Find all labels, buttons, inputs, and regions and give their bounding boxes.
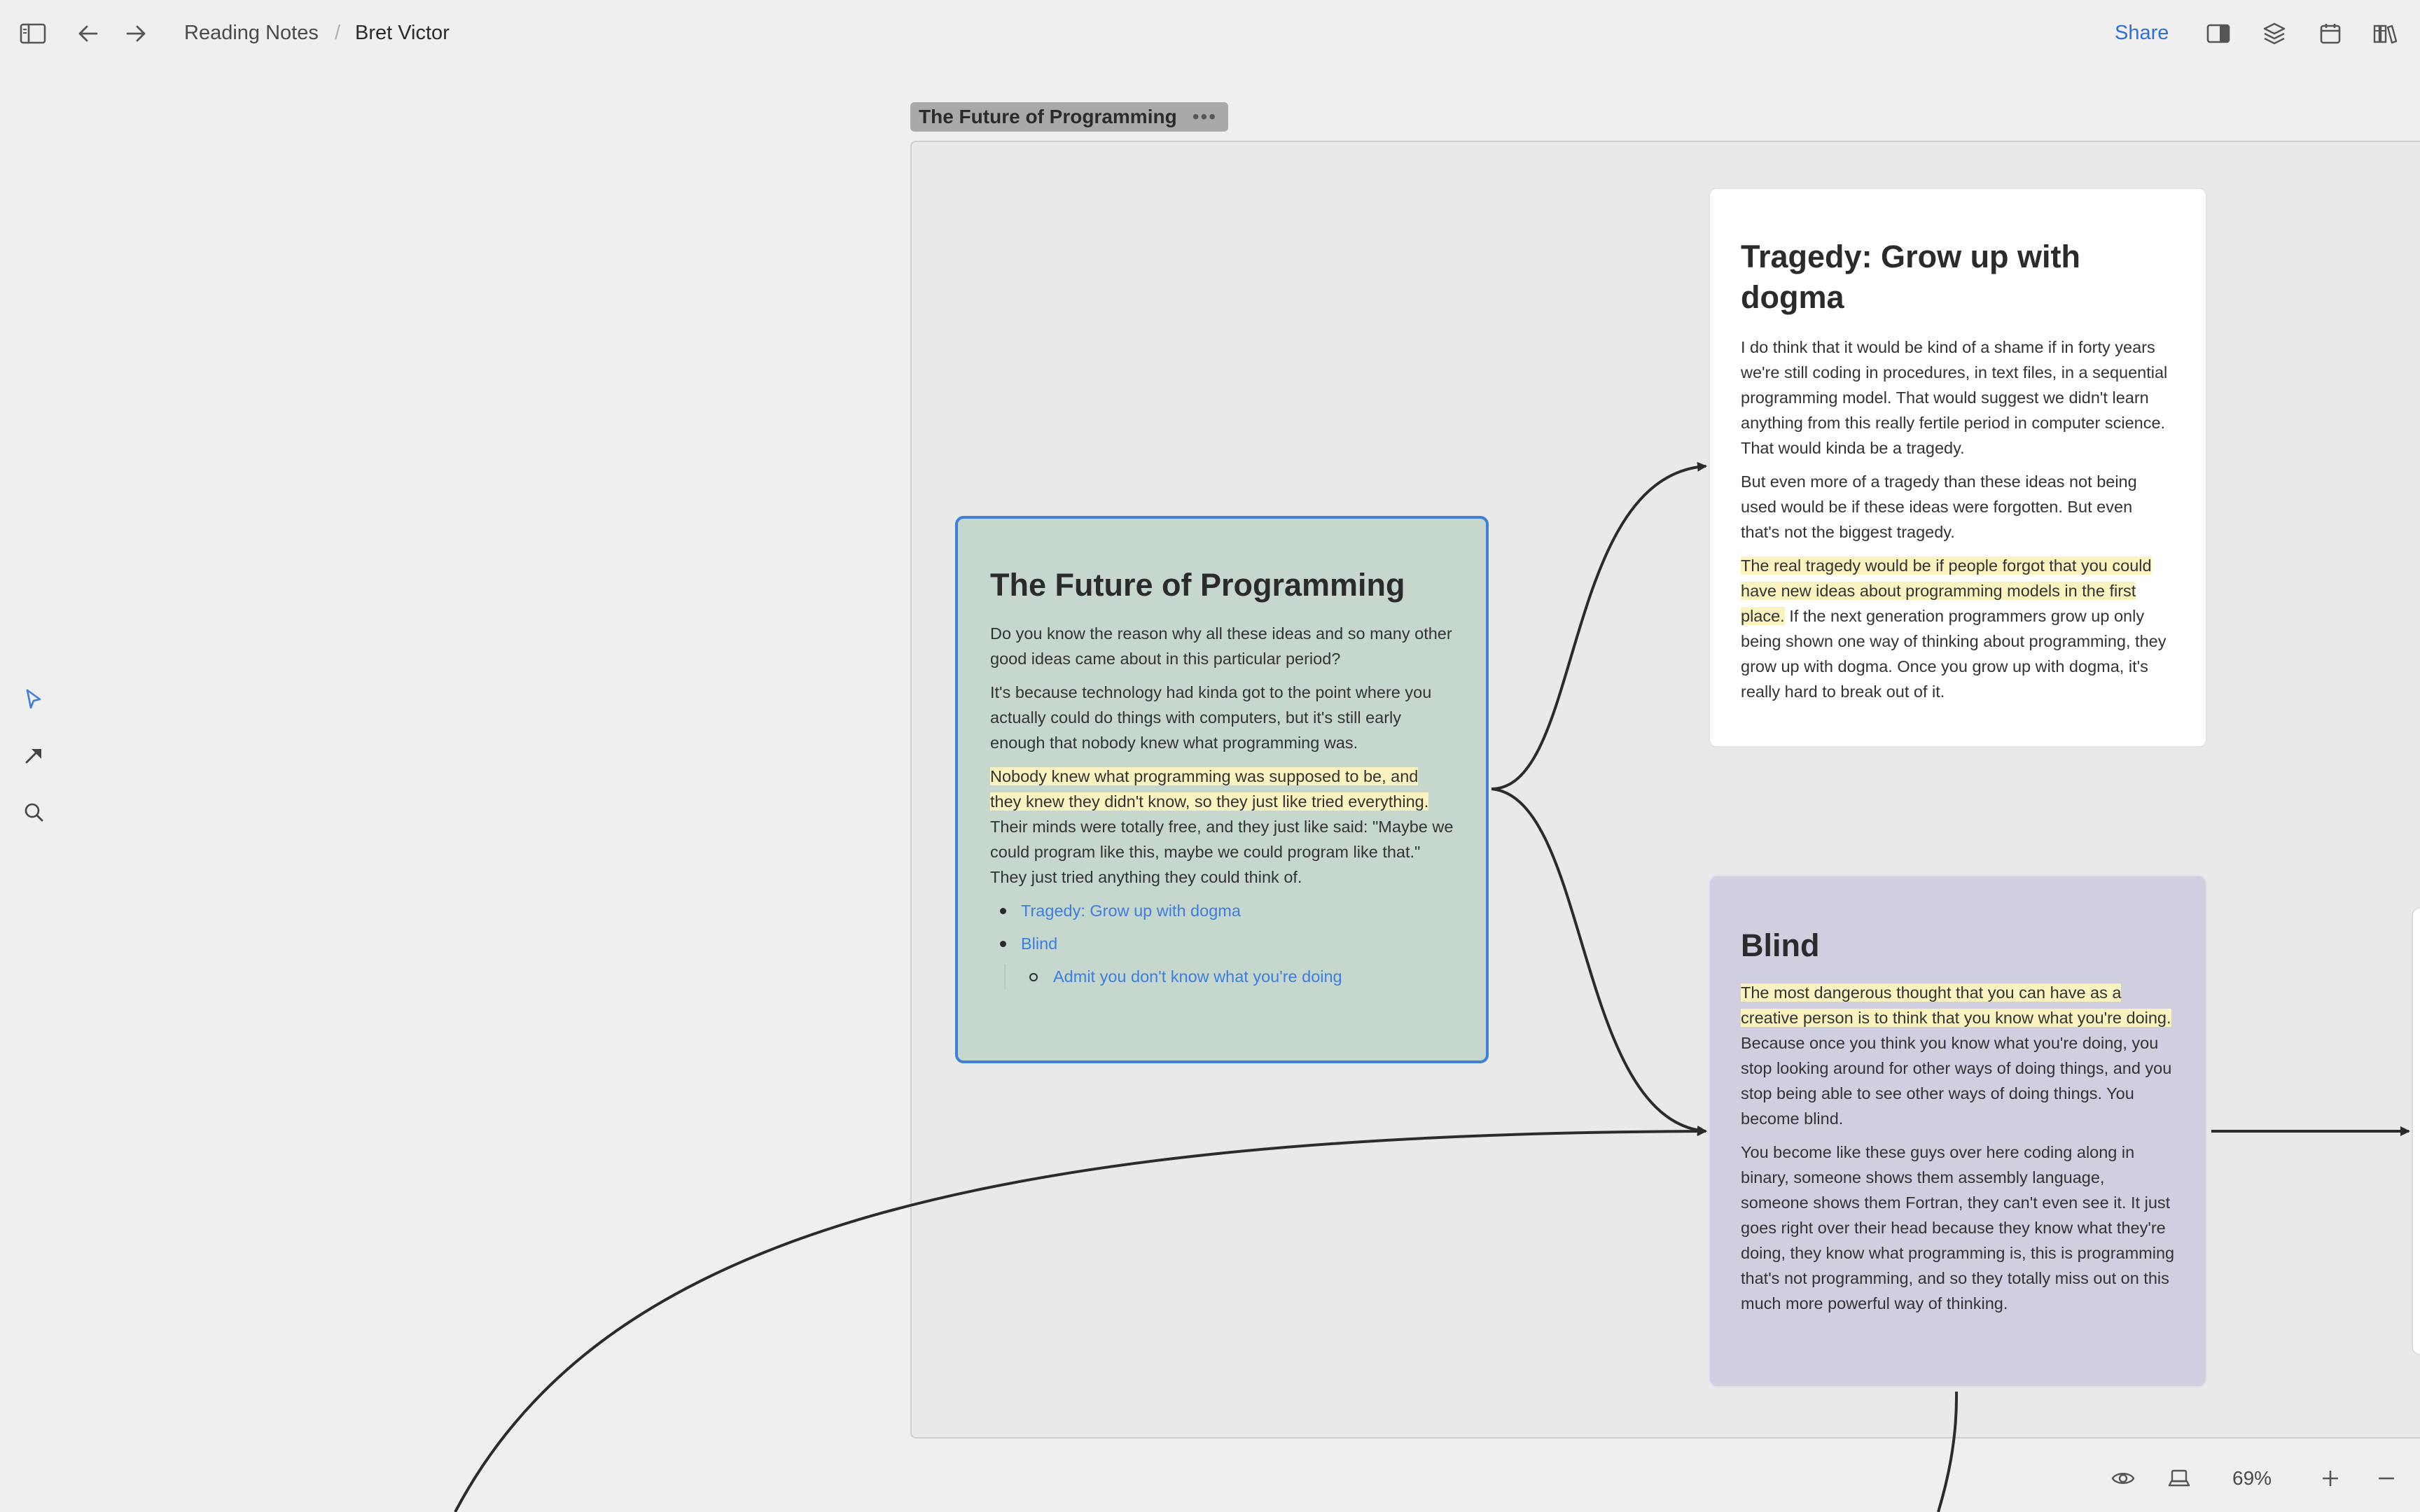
laptop-icon[interactable]: [2165, 1464, 2193, 1492]
paragraph-text: Their minds were totally free, and they …: [990, 818, 1454, 886]
list-item: Admit you don't know what you're doing: [1004, 964, 1454, 989]
card-tragedy[interactable]: Tragedy: Grow up with dogma I do think t…: [1709, 188, 2207, 748]
paragraph-text: If the next generation programmers grow …: [1741, 607, 2167, 701]
highlighted-text: Nobody knew what programming was suppose…: [990, 767, 1429, 811]
card-blind[interactable]: Blind The most dangerous thought that yo…: [1709, 875, 2207, 1387]
card-paragraph: The real tragedy would be if people forg…: [1741, 553, 2175, 704]
paragraph-text: Because once you think you know what you…: [1741, 1034, 2172, 1128]
card-paragraph: Nobody knew what programming was suppose…: [990, 764, 1454, 890]
eye-icon[interactable]: [2109, 1464, 2137, 1492]
card-paragraph: But even more of a tragedy than these id…: [1741, 472, 2137, 541]
link-admit[interactable]: Admit you don't know what you're doing: [1053, 967, 1342, 986]
highlighted-text: The most dangerous thought that you can …: [1741, 983, 2171, 1027]
plus-icon[interactable]: [2316, 1464, 2344, 1492]
card-paragraph: Do you know the reason why all these ide…: [990, 624, 1452, 668]
card-paragraph: It's because technology had kinda got to…: [990, 683, 1432, 752]
zoom-level[interactable]: 69%: [2232, 1464, 2272, 1492]
card-offscreen[interactable]: [2412, 907, 2420, 1355]
card-paragraph: You become like these guys over here cod…: [1741, 1143, 2175, 1312]
connector-to-blind[interactable]: [1491, 788, 1707, 1135]
card-title: The Future of Programming: [990, 567, 1405, 603]
connector-to-tragedy[interactable]: [1491, 461, 1707, 790]
list-item: Tragedy: Grow up with dogma: [990, 898, 1454, 923]
minus-icon[interactable]: [2372, 1464, 2400, 1492]
card-paragraph: I do think that it would be kind of a sh…: [1741, 338, 2168, 457]
link-tragedy[interactable]: Tragedy: Grow up with dogma: [1021, 902, 1241, 920]
connector-down[interactable]: [1937, 1391, 1959, 1512]
list-item: Blind: [990, 931, 1454, 956]
card-future-of-programming[interactable]: The Future of Programming Do you know th…: [955, 516, 1489, 1063]
card-paragraph: The most dangerous thought that you can …: [1741, 980, 2175, 1131]
card-title: Tragedy: Grow up with dogma: [1741, 239, 2081, 315]
connector-incoming[interactable]: [454, 1126, 1707, 1512]
link-blind[interactable]: Blind: [1021, 934, 1057, 953]
link-list: Tragedy: Grow up with dogma Blind Admit …: [990, 898, 1454, 989]
card-title: Blind: [1741, 927, 1820, 963]
